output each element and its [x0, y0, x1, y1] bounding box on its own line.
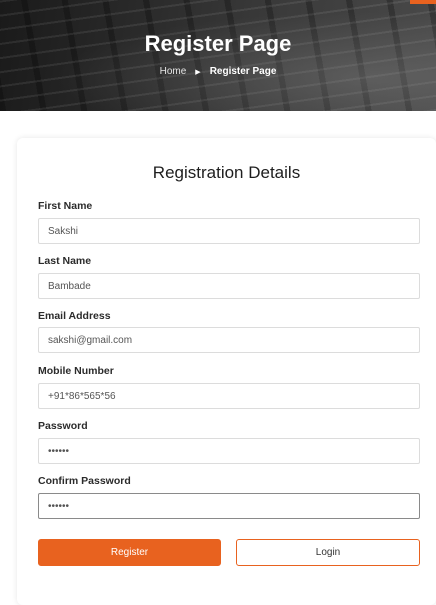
last-name-field[interactable]: Bambade — [38, 273, 420, 299]
register-button[interactable]: Register — [38, 539, 221, 566]
hero-banner: Register Page Home ▶ Register Page — [0, 0, 436, 111]
mobile-field[interactable]: +91*86*565*56 — [38, 383, 420, 409]
password-label: Password — [38, 420, 88, 432]
confirm-password-field[interactable]: •••••• — [38, 493, 420, 519]
mobile-label: Mobile Number — [38, 365, 114, 377]
first-name-label: First Name — [38, 200, 93, 212]
breadcrumb-home-link[interactable]: Home — [160, 66, 187, 77]
accent-bar — [410, 0, 436, 4]
email-label: Email Address — [38, 310, 111, 322]
login-button[interactable]: Login — [236, 539, 420, 566]
confirm-password-label: Confirm Password — [38, 475, 131, 487]
password-field[interactable]: •••••• — [38, 438, 420, 464]
email-field[interactable]: sakshi@gmail.com — [38, 327, 420, 353]
page-title: Register Page — [144, 31, 292, 56]
last-name-label: Last Name — [38, 255, 92, 267]
chevron-right-icon: ▶ — [195, 68, 201, 76]
first-name-field[interactable]: Sakshi — [38, 218, 420, 244]
registration-card: Registration Details First Name Sakshi L… — [17, 138, 436, 605]
breadcrumb: Home ▶ Register Page — [0, 66, 436, 77]
form-title: Registration Details — [152, 163, 301, 182]
breadcrumb-current: Register Page — [209, 66, 277, 77]
